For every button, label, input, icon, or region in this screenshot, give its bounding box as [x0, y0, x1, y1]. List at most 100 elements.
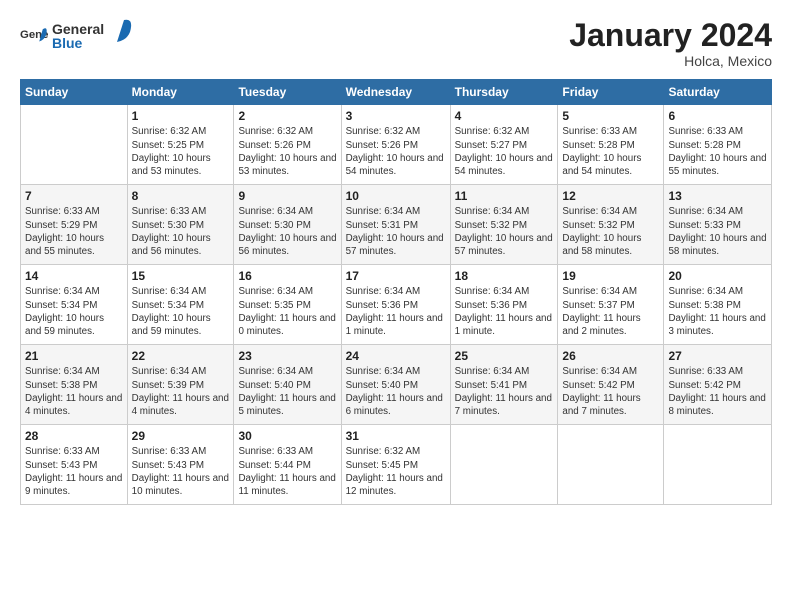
day-number: 1	[132, 108, 230, 124]
calendar-cell: 8Sunrise: 6:33 AM Sunset: 5:30 PM Daylig…	[127, 185, 234, 265]
day-number: 16	[238, 268, 336, 284]
day-number: 8	[132, 188, 230, 204]
calendar-cell: 14Sunrise: 6:34 AM Sunset: 5:34 PM Dayli…	[21, 265, 128, 345]
day-number: 12	[562, 188, 659, 204]
day-info: Sunrise: 6:34 AM Sunset: 5:37 PM Dayligh…	[562, 285, 659, 338]
calendar-page: General General Blue January 2024 Holca,…	[0, 0, 792, 612]
calendar-cell: 17Sunrise: 6:34 AM Sunset: 5:36 PM Dayli…	[341, 265, 450, 345]
day-info: Sunrise: 6:33 AM Sunset: 5:29 PM Dayligh…	[25, 205, 123, 258]
day-number: 26	[562, 348, 659, 364]
location: Holca, Mexico	[569, 53, 772, 69]
day-info: Sunrise: 6:34 AM Sunset: 5:42 PM Dayligh…	[562, 365, 659, 418]
calendar-cell: 30Sunrise: 6:33 AM Sunset: 5:44 PM Dayli…	[234, 425, 341, 505]
header-saturday: Saturday	[664, 80, 772, 105]
day-number: 11	[455, 188, 554, 204]
day-number: 2	[238, 108, 336, 124]
day-info: Sunrise: 6:34 AM Sunset: 5:30 PM Dayligh…	[238, 205, 336, 258]
calendar-week-row: 7Sunrise: 6:33 AM Sunset: 5:29 PM Daylig…	[21, 185, 772, 265]
calendar-table: Sunday Monday Tuesday Wednesday Thursday…	[20, 79, 772, 505]
calendar-cell: 27Sunrise: 6:33 AM Sunset: 5:42 PM Dayli…	[664, 345, 772, 425]
day-info: Sunrise: 6:34 AM Sunset: 5:38 PM Dayligh…	[668, 285, 767, 338]
day-number: 23	[238, 348, 336, 364]
svg-text:Blue: Blue	[52, 35, 83, 51]
header-monday: Monday	[127, 80, 234, 105]
day-number: 29	[132, 428, 230, 444]
header: General General Blue January 2024 Holca,…	[20, 18, 772, 69]
day-number: 22	[132, 348, 230, 364]
day-info: Sunrise: 6:33 AM Sunset: 5:43 PM Dayligh…	[132, 445, 230, 498]
calendar-cell: 6Sunrise: 6:33 AM Sunset: 5:28 PM Daylig…	[664, 105, 772, 185]
calendar-cell: 21Sunrise: 6:34 AM Sunset: 5:38 PM Dayli…	[21, 345, 128, 425]
calendar-cell: 20Sunrise: 6:34 AM Sunset: 5:38 PM Dayli…	[664, 265, 772, 345]
calendar-cell: 22Sunrise: 6:34 AM Sunset: 5:39 PM Dayli…	[127, 345, 234, 425]
header-tuesday: Tuesday	[234, 80, 341, 105]
calendar-week-row: 28Sunrise: 6:33 AM Sunset: 5:43 PM Dayli…	[21, 425, 772, 505]
day-number: 14	[25, 268, 123, 284]
day-number: 25	[455, 348, 554, 364]
day-info: Sunrise: 6:32 AM Sunset: 5:27 PM Dayligh…	[455, 125, 554, 178]
calendar-cell: 26Sunrise: 6:34 AM Sunset: 5:42 PM Dayli…	[558, 345, 664, 425]
logo-svg: General Blue	[52, 18, 142, 54]
day-info: Sunrise: 6:33 AM Sunset: 5:43 PM Dayligh…	[25, 445, 123, 498]
calendar-cell: 4Sunrise: 6:32 AM Sunset: 5:27 PM Daylig…	[450, 105, 558, 185]
day-number: 17	[346, 268, 446, 284]
day-info: Sunrise: 6:34 AM Sunset: 5:39 PM Dayligh…	[132, 365, 230, 418]
calendar-week-row: 1Sunrise: 6:32 AM Sunset: 5:25 PM Daylig…	[21, 105, 772, 185]
calendar-cell: 2Sunrise: 6:32 AM Sunset: 5:26 PM Daylig…	[234, 105, 341, 185]
day-info: Sunrise: 6:33 AM Sunset: 5:42 PM Dayligh…	[668, 365, 767, 418]
day-info: Sunrise: 6:34 AM Sunset: 5:36 PM Dayligh…	[346, 285, 446, 338]
logo: General General Blue	[20, 18, 142, 59]
logo-icon: General	[20, 24, 48, 52]
calendar-cell: 10Sunrise: 6:34 AM Sunset: 5:31 PM Dayli…	[341, 185, 450, 265]
calendar-cell: 7Sunrise: 6:33 AM Sunset: 5:29 PM Daylig…	[21, 185, 128, 265]
day-info: Sunrise: 6:34 AM Sunset: 5:41 PM Dayligh…	[455, 365, 554, 418]
calendar-cell	[558, 425, 664, 505]
day-info: Sunrise: 6:33 AM Sunset: 5:28 PM Dayligh…	[562, 125, 659, 178]
calendar-cell: 1Sunrise: 6:32 AM Sunset: 5:25 PM Daylig…	[127, 105, 234, 185]
day-number: 20	[668, 268, 767, 284]
header-friday: Friday	[558, 80, 664, 105]
calendar-cell: 28Sunrise: 6:33 AM Sunset: 5:43 PM Dayli…	[21, 425, 128, 505]
day-number: 4	[455, 108, 554, 124]
calendar-cell: 31Sunrise: 6:32 AM Sunset: 5:45 PM Dayli…	[341, 425, 450, 505]
day-number: 15	[132, 268, 230, 284]
calendar-cell: 15Sunrise: 6:34 AM Sunset: 5:34 PM Dayli…	[127, 265, 234, 345]
calendar-cell: 24Sunrise: 6:34 AM Sunset: 5:40 PM Dayli…	[341, 345, 450, 425]
day-info: Sunrise: 6:34 AM Sunset: 5:38 PM Dayligh…	[25, 365, 123, 418]
calendar-cell: 3Sunrise: 6:32 AM Sunset: 5:26 PM Daylig…	[341, 105, 450, 185]
calendar-cell	[21, 105, 128, 185]
calendar-week-row: 14Sunrise: 6:34 AM Sunset: 5:34 PM Dayli…	[21, 265, 772, 345]
calendar-cell: 23Sunrise: 6:34 AM Sunset: 5:40 PM Dayli…	[234, 345, 341, 425]
day-number: 27	[668, 348, 767, 364]
day-info: Sunrise: 6:34 AM Sunset: 5:33 PM Dayligh…	[668, 205, 767, 258]
header-sunday: Sunday	[21, 80, 128, 105]
day-info: Sunrise: 6:32 AM Sunset: 5:25 PM Dayligh…	[132, 125, 230, 178]
calendar-cell: 11Sunrise: 6:34 AM Sunset: 5:32 PM Dayli…	[450, 185, 558, 265]
calendar-cell: 25Sunrise: 6:34 AM Sunset: 5:41 PM Dayli…	[450, 345, 558, 425]
day-info: Sunrise: 6:33 AM Sunset: 5:30 PM Dayligh…	[132, 205, 230, 258]
day-info: Sunrise: 6:32 AM Sunset: 5:45 PM Dayligh…	[346, 445, 446, 498]
day-info: Sunrise: 6:34 AM Sunset: 5:40 PM Dayligh…	[346, 365, 446, 418]
day-number: 19	[562, 268, 659, 284]
header-wednesday: Wednesday	[341, 80, 450, 105]
calendar-cell	[450, 425, 558, 505]
day-number: 3	[346, 108, 446, 124]
day-info: Sunrise: 6:34 AM Sunset: 5:32 PM Dayligh…	[455, 205, 554, 258]
day-info: Sunrise: 6:34 AM Sunset: 5:34 PM Dayligh…	[132, 285, 230, 338]
day-info: Sunrise: 6:32 AM Sunset: 5:26 PM Dayligh…	[346, 125, 446, 178]
day-info: Sunrise: 6:32 AM Sunset: 5:26 PM Dayligh…	[238, 125, 336, 178]
day-number: 10	[346, 188, 446, 204]
weekday-header-row: Sunday Monday Tuesday Wednesday Thursday…	[21, 80, 772, 105]
day-info: Sunrise: 6:33 AM Sunset: 5:28 PM Dayligh…	[668, 125, 767, 178]
day-info: Sunrise: 6:34 AM Sunset: 5:32 PM Dayligh…	[562, 205, 659, 258]
day-info: Sunrise: 6:34 AM Sunset: 5:34 PM Dayligh…	[25, 285, 123, 338]
calendar-cell: 12Sunrise: 6:34 AM Sunset: 5:32 PM Dayli…	[558, 185, 664, 265]
day-number: 30	[238, 428, 336, 444]
calendar-cell: 13Sunrise: 6:34 AM Sunset: 5:33 PM Dayli…	[664, 185, 772, 265]
title-block: January 2024 Holca, Mexico	[569, 18, 772, 69]
calendar-cell: 19Sunrise: 6:34 AM Sunset: 5:37 PM Dayli…	[558, 265, 664, 345]
day-number: 28	[25, 428, 123, 444]
calendar-cell: 18Sunrise: 6:34 AM Sunset: 5:36 PM Dayli…	[450, 265, 558, 345]
day-number: 18	[455, 268, 554, 284]
day-info: Sunrise: 6:34 AM Sunset: 5:40 PM Dayligh…	[238, 365, 336, 418]
